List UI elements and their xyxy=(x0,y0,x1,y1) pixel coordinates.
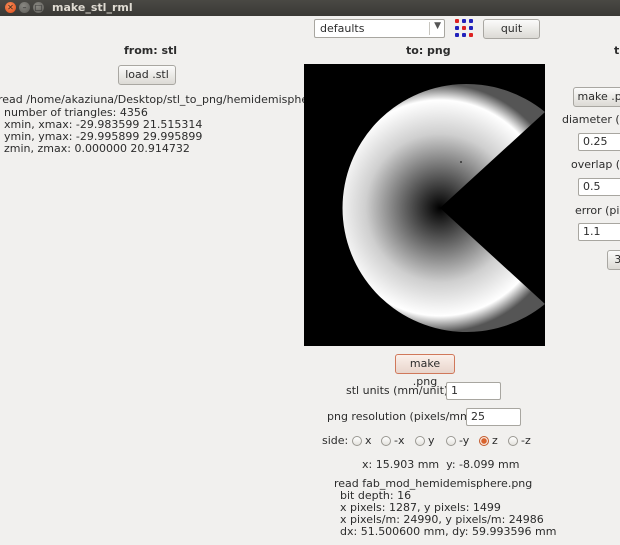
side-radio-z[interactable] xyxy=(479,436,489,446)
to-path-heading: t xyxy=(614,44,620,57)
png-resolution-input[interactable]: 25 xyxy=(466,408,521,426)
side-radio-label: x xyxy=(365,434,372,447)
minimize-icon[interactable]: – xyxy=(19,2,30,13)
to-png-heading: to: png xyxy=(406,44,451,57)
make-png-button[interactable]: make .png xyxy=(395,354,455,388)
side-radio-label: -x xyxy=(394,434,405,447)
diameter-label: diameter (m xyxy=(562,113,620,126)
side-radio-label: -y xyxy=(459,434,470,447)
side-radio-x[interactable] xyxy=(352,436,362,446)
png-resolution-label: png resolution (pixels/mm): xyxy=(327,410,479,423)
error-label: error (pix xyxy=(575,204,620,217)
side-radio-neg-x[interactable] xyxy=(381,436,391,446)
preset-value: defaults xyxy=(320,22,365,35)
from-stl-heading: from: stl xyxy=(124,44,178,57)
make-path-button[interactable]: make .pa xyxy=(573,87,620,107)
diameter-input[interactable]: 0.25 xyxy=(578,133,620,151)
overlap-label: overlap (0- xyxy=(571,158,620,171)
stl-info-line: zmin, zmax: 0.000000 20.914732 xyxy=(4,142,190,155)
maximize-icon[interactable]: □ xyxy=(33,2,44,13)
heightmap-render xyxy=(342,83,545,333)
side-radio-label: -z xyxy=(521,434,531,447)
png-info-line: dx: 51.500600 mm, dy: 59.993596 mm xyxy=(340,525,557,538)
png-preview-image[interactable] xyxy=(304,64,545,346)
stl-info-line: read /home/akaziuna/Desktop/stl_to_png/h… xyxy=(0,93,336,106)
side-radio-neg-y[interactable] xyxy=(446,436,456,446)
window-title: make_stl_rml xyxy=(52,1,133,14)
fab-logo-icon xyxy=(455,19,473,37)
stl-units-label: stl units (mm/unit): xyxy=(346,384,452,397)
side-radio-neg-z[interactable] xyxy=(508,436,518,446)
overlap-input[interactable]: 0.5 xyxy=(578,178,620,196)
title-bar: ✕ – □ make_stl_rml xyxy=(0,0,620,16)
preset-dropdown[interactable]: defaults ▼ xyxy=(314,19,445,38)
side-radio-y[interactable] xyxy=(415,436,425,446)
close-icon[interactable]: ✕ xyxy=(5,2,16,13)
side-label: side: xyxy=(322,434,349,447)
side-radio-label: z xyxy=(492,434,498,447)
load-stl-button[interactable]: load .stl xyxy=(118,65,176,85)
chevron-down-icon: ▼ xyxy=(434,21,441,31)
error-input[interactable]: 1.1 xyxy=(578,223,620,241)
side-radio-label: y xyxy=(428,434,435,447)
3d-button[interactable]: 3D xyxy=(607,250,620,270)
quit-button[interactable]: quit xyxy=(483,19,540,39)
stl-units-input[interactable]: 1 xyxy=(446,382,501,400)
cursor-coordinates: x: 15.903 mm y: -8.099 mm xyxy=(362,458,520,471)
